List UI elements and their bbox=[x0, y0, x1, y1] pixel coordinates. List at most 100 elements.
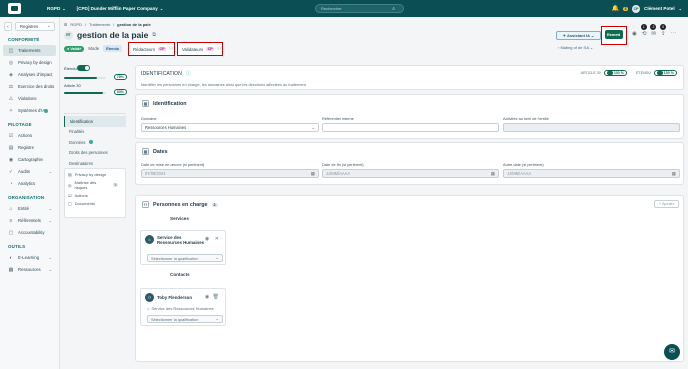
app-logo[interactable] bbox=[8, 3, 21, 14]
other-date-input[interactable]: JJ/MM/AAAA ▦ bbox=[503, 169, 680, 178]
redacteurs-box[interactable]: Rédacteurs CP ⚇ bbox=[128, 42, 175, 56]
comment-icon[interactable]: 3 ✉ bbox=[650, 24, 657, 37]
chevron-down-icon[interactable]: ⌄ bbox=[49, 206, 52, 211]
add-person-button[interactable]: + Ajouter bbox=[653, 200, 679, 208]
article-30-label: ARTICLE 30 bbox=[580, 71, 601, 75]
assistant-ia-button[interactable]: ✦ Assistant IA ⌄ bbox=[556, 31, 601, 40]
sidebar-item-label: Accountability bbox=[18, 230, 45, 235]
section-nav-item[interactable]: Destinataires bbox=[64, 158, 126, 169]
sidebar-item-actions[interactable]: ☑ Actions bbox=[3, 130, 56, 141]
contacts-label: Contacts bbox=[170, 272, 190, 277]
referentiel-input[interactable] bbox=[322, 123, 499, 132]
breadcrumb: ⊞ RGPD / Traitements / gestion de la pai… bbox=[64, 22, 151, 27]
sidebar-item-traitements[interactable]: ◫ Traitements bbox=[3, 45, 56, 56]
validateur-avatar[interactable]: CP bbox=[206, 47, 215, 51]
user-icon[interactable]: ⚇ bbox=[169, 46, 173, 52]
toggle-icon[interactable] bbox=[656, 71, 663, 75]
calendar-icon[interactable]: ▦ bbox=[311, 170, 315, 178]
eye-icon[interactable]: ◉ bbox=[205, 237, 209, 242]
contact-qualification-select[interactable]: Sélectionner la qualification bbox=[147, 315, 223, 323]
eye-icon[interactable]: ◉ bbox=[632, 31, 637, 37]
sidebar-item-icon: ◈ bbox=[9, 71, 13, 78]
side-tool-item[interactable]: ◎ Maîtrise des risques 5 bbox=[68, 180, 122, 190]
sidebar-item-syst-mes-d-ia[interactable]: ✧ Systèmes d'IA bbox=[3, 105, 56, 116]
chevron-down-icon[interactable]: ⌄ bbox=[62, 6, 65, 11]
search-input[interactable]: Rechercher bbox=[315, 4, 404, 13]
toggle-icon[interactable] bbox=[606, 71, 613, 75]
copy-icon[interactable]: ⧉ bbox=[152, 32, 156, 38]
notification-count: 3 bbox=[623, 6, 628, 11]
sidebar-item-registre[interactable]: ▤ Registre bbox=[3, 142, 56, 153]
section-nav-item[interactable]: Identification bbox=[64, 116, 126, 127]
avatar[interactable]: CP bbox=[632, 4, 640, 13]
end-date-input[interactable]: JJ/MM/AAAA ▦ bbox=[322, 169, 499, 178]
bell-icon[interactable]: 🔔 bbox=[612, 5, 619, 12]
collapse-sidebar-button[interactable]: ‹ bbox=[4, 22, 12, 31]
sidebar-item-icon: ✧ bbox=[8, 107, 14, 114]
section-nav-label: Destinataires bbox=[69, 160, 93, 166]
register-selector[interactable]: Registres bbox=[15, 22, 55, 31]
sidebar-item-e-learning[interactable]: ◐ E-Learning ⌄ bbox=[3, 252, 56, 263]
side-tool-item[interactable]: ▤ Privacy by design bbox=[68, 172, 122, 177]
mating-link[interactable]: › Mating of de l'IA ⌄ bbox=[558, 45, 593, 50]
domaine-select[interactable]: Ressources Humaines ⌄ bbox=[141, 123, 319, 132]
sidebar-item-r-f-rentiels[interactable]: ≡ Référentiels ⌄ bbox=[3, 215, 56, 226]
etendu-toggle[interactable] bbox=[76, 65, 90, 71]
redacteur-avatar[interactable]: CP bbox=[157, 47, 166, 51]
chevron-down-icon[interactable]: ⌄ bbox=[49, 169, 52, 174]
share-icon[interactable]: 5 ⇪ bbox=[660, 24, 667, 37]
history-icon[interactable]: 1 ⟲ bbox=[640, 24, 647, 37]
chevron-down-icon[interactable]: ⌄ bbox=[679, 6, 682, 11]
org-short[interactable]: RGPD bbox=[47, 6, 60, 11]
breadcrumb-separator: / bbox=[113, 22, 115, 27]
section-nav-item[interactable]: Droits des personnes bbox=[64, 148, 126, 159]
people-icon: ⚇ bbox=[142, 201, 149, 208]
sidebar-item-cartographie[interactable]: ◉ Cartographie bbox=[3, 154, 56, 165]
sidebar-item-privacy-by-design[interactable]: ◎ Privacy by design bbox=[3, 57, 56, 68]
top-bar: RGPD ⌄ [CPD] Dunder Mifflin Paper Compan… bbox=[0, 0, 688, 17]
sidebar-item-analytics[interactable]: ◔ Analytics bbox=[3, 178, 56, 189]
more-icon[interactable]: ⋯ bbox=[671, 31, 677, 37]
chevron-down-icon[interactable]: ⌄ bbox=[49, 267, 52, 272]
breadcrumb-root[interactable]: RGPD bbox=[70, 22, 82, 27]
eye-icon[interactable]: ◉ bbox=[205, 295, 209, 300]
sidebar-item-label: Analyses d'impact bbox=[18, 72, 53, 77]
calendar-icon[interactable]: ▦ bbox=[672, 170, 676, 178]
end-date-placeholder: JJ/MM/AAAA bbox=[326, 171, 351, 176]
mode-toggle[interactable]: Étendu bbox=[103, 45, 123, 52]
sidebar-item-analyses-d-impact[interactable]: ◈ Analyses d'impact bbox=[3, 69, 56, 80]
activite-input[interactable] bbox=[503, 123, 680, 132]
chevron-down-icon[interactable]: ⌄ bbox=[49, 255, 52, 260]
trash-icon[interactable]: 🗑 bbox=[213, 294, 219, 300]
sidebar-item-violations[interactable]: ⚠ Violations bbox=[3, 93, 56, 104]
section-nav-item[interactable]: Données bbox=[64, 137, 126, 148]
service-card: ⌂ Service des Ressources Humaines ◉ ✕ Sé… bbox=[140, 230, 226, 265]
sidebar-item-ressources[interactable]: ▦ Ressources ⌄ bbox=[3, 264, 56, 275]
grid-icon: ⊞ bbox=[64, 22, 68, 27]
search-icon[interactable]: ⌕ bbox=[392, 4, 399, 13]
chat-support-button[interactable]: ✉ bbox=[664, 344, 680, 360]
service-qualification-select[interactable]: Sélectionner la qualification bbox=[147, 254, 223, 262]
close-icon[interactable]: ✕ bbox=[215, 236, 219, 242]
start-date-input[interactable]: 07/09/2024 ▦ bbox=[141, 169, 319, 178]
section-nav-item[interactable]: Finalités bbox=[64, 127, 126, 138]
etendu-label: Étendu bbox=[64, 65, 77, 71]
sidebar-item-exercice-des-droits[interactable]: ⚖ Exercice des droits bbox=[3, 81, 56, 92]
sidebar-item-audits[interactable]: ✓ Audits ⌄ bbox=[3, 166, 56, 177]
side-tool-item[interactable]: ▢ Documents bbox=[68, 201, 122, 206]
start-date-value: 07/09/2024 bbox=[145, 171, 166, 176]
remettre-button[interactable]: Remett bbox=[604, 30, 623, 39]
sidebar-item-entit-[interactable]: ⌂ Entité ⌄ bbox=[3, 203, 56, 214]
sidebar-item-accountability[interactable]: ▢ Accountability bbox=[3, 227, 56, 238]
chevron-down-icon[interactable]: ⌄ bbox=[160, 6, 163, 11]
user-name[interactable]: Clément Potel bbox=[644, 6, 675, 11]
org-name[interactable]: [CPD] Dunder Mifflin Paper Company bbox=[77, 6, 158, 11]
user-icon[interactable]: ⚇ bbox=[217, 46, 221, 52]
validateurs-box[interactable]: Validateurs CP ⚇ bbox=[177, 42, 223, 56]
breadcrumb-mid[interactable]: Traitements bbox=[89, 22, 110, 27]
side-tool-item[interactable]: ☑ Actions bbox=[68, 193, 122, 198]
chevron-down-icon[interactable]: ⌄ bbox=[49, 218, 52, 223]
info-icon[interactable]: ⓘ bbox=[186, 70, 191, 77]
calendar-icon[interactable]: ▦ bbox=[491, 170, 495, 178]
persons-title: Personnes en charge bbox=[153, 201, 208, 208]
